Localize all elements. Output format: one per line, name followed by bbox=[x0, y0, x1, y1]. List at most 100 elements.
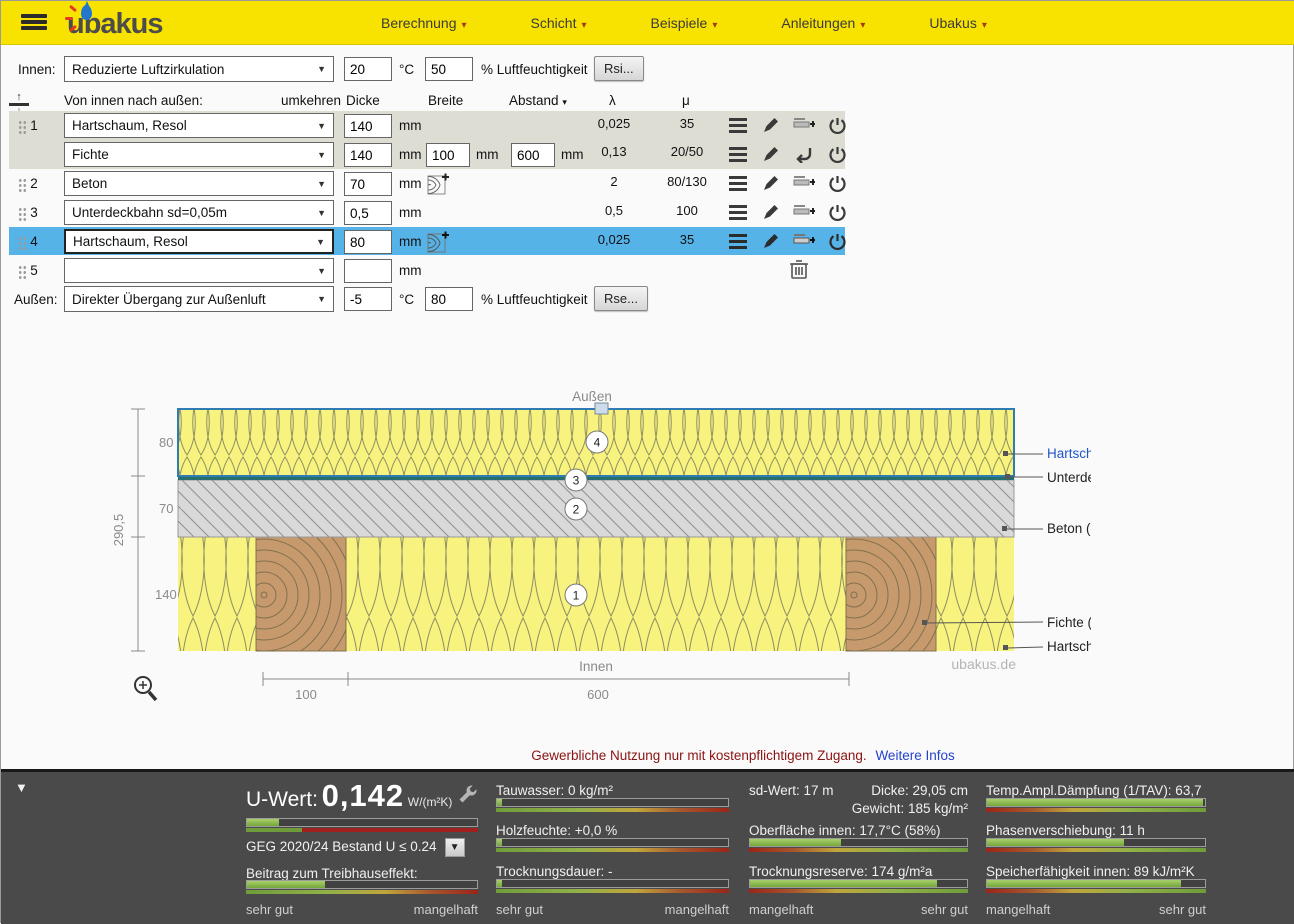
label-layer4[interactable]: Hartschaum, Resol (80mm) bbox=[1047, 446, 1091, 461]
lambda-value: 0,025 bbox=[584, 116, 644, 131]
nav-berechnung[interactable]: Berechnung▾ bbox=[381, 15, 467, 31]
power-toggle-icon[interactable] bbox=[825, 230, 849, 252]
trash-icon[interactable] bbox=[787, 258, 811, 280]
scale-left: sehr gut bbox=[496, 902, 543, 917]
power-toggle-icon[interactable] bbox=[825, 114, 849, 136]
edit-pencil-icon[interactable] bbox=[759, 172, 783, 194]
tauwasser-bar bbox=[496, 798, 729, 807]
innen-temp-unit: °C bbox=[399, 62, 414, 77]
rse-button[interactable]: Rse... bbox=[594, 286, 648, 311]
label-beam[interactable]: Fichte (140x100mm²) bbox=[1047, 615, 1091, 630]
phase-bar bbox=[986, 838, 1206, 847]
lambda-value: 0,13 bbox=[584, 144, 644, 159]
chevron-down-icon: ▼ bbox=[317, 294, 326, 304]
layer-menu-icon[interactable] bbox=[726, 230, 750, 252]
settings-wrench-icon[interactable] bbox=[458, 784, 478, 807]
dicke-input-row4[interactable] bbox=[344, 230, 392, 254]
material-select-fichte[interactable]: Fichte▼ bbox=[64, 142, 334, 167]
edit-pencil-icon[interactable] bbox=[759, 114, 783, 136]
dicke-input-fichte[interactable] bbox=[344, 143, 392, 167]
dicke-input-row2[interactable] bbox=[344, 172, 392, 196]
logo-ray-icon bbox=[65, 17, 73, 20]
breite-input-fichte[interactable] bbox=[426, 143, 470, 167]
holzfeuchte-label: Holzfeuchte: +0,0 % bbox=[496, 823, 617, 838]
add-beam-icon[interactable] bbox=[426, 230, 450, 252]
oberflaeche-label: Oberfläche innen: 17,7°C (58%) bbox=[749, 823, 941, 838]
power-toggle-icon[interactable] bbox=[825, 201, 849, 223]
abstand-input-fichte[interactable] bbox=[511, 143, 555, 167]
edit-pencil-icon[interactable] bbox=[759, 143, 783, 165]
aussen-surface-select[interactable]: Direkter Übergang zur Außenluft▼ bbox=[64, 286, 334, 312]
results-col-surface: sd-Wert: 17 m Dicke: 29,05 cm Gewicht: 1… bbox=[749, 772, 968, 924]
chevron-down-icon: ▼ bbox=[317, 208, 326, 218]
dim-total: 290,5 bbox=[111, 514, 126, 547]
chevron-down-icon: ▼ bbox=[317, 179, 326, 189]
innen-humidity-input[interactable] bbox=[425, 57, 473, 81]
label-layer2[interactable]: Beton (70mm) bbox=[1047, 521, 1091, 536]
horizontal-dimension-lines bbox=[263, 672, 849, 686]
gewicht-label: Gewicht: 185 kg/m² bbox=[852, 801, 968, 816]
layer-menu-icon[interactable] bbox=[726, 114, 750, 136]
nav-beispiele[interactable]: Beispiele▾ bbox=[651, 15, 718, 31]
material-select-row5[interactable]: ▼ bbox=[64, 258, 334, 283]
mu-value: 100 bbox=[657, 203, 717, 218]
innen-side-label: Innen bbox=[579, 659, 613, 674]
insert-layer-icon[interactable] bbox=[792, 172, 816, 194]
power-toggle-icon[interactable] bbox=[825, 143, 849, 165]
unit-mm: mm bbox=[399, 234, 422, 249]
layer-menu-icon[interactable] bbox=[726, 201, 750, 223]
insert-layer-icon[interactable] bbox=[792, 230, 816, 252]
umkehren-link[interactable]: umkehren bbox=[281, 93, 341, 108]
aussen-humidity-input[interactable] bbox=[425, 287, 473, 311]
geg-dropdown-button[interactable]: ▼ bbox=[445, 838, 465, 857]
dicke-input-row1[interactable] bbox=[344, 114, 392, 138]
insert-layer-icon[interactable] bbox=[792, 201, 816, 223]
hamburger-menu-icon[interactable] bbox=[21, 12, 47, 34]
weitere-infos-link[interactable]: Weitere Infos bbox=[875, 748, 954, 763]
aussen-label: Außen: bbox=[14, 292, 58, 307]
chevron-down-icon: ▾ bbox=[581, 20, 586, 31]
svg-text:2: 2 bbox=[573, 503, 580, 517]
aussen-humidity-label: % Luftfeuchtigkeit bbox=[481, 292, 588, 307]
insert-layer-icon[interactable] bbox=[792, 114, 816, 136]
innen-temperature-input[interactable] bbox=[344, 57, 392, 81]
nav-schicht[interactable]: Schicht▾ bbox=[531, 15, 587, 31]
material-select-row1[interactable]: Hartschaum, Resol▼ bbox=[64, 113, 334, 138]
add-beam-icon[interactable] bbox=[426, 172, 450, 194]
ubakus-logo[interactable]: ubakus bbox=[67, 5, 163, 43]
row-number: 2 bbox=[25, 176, 43, 191]
innen-surface-select[interactable]: Reduzierte Luftzirkulation▼ bbox=[64, 56, 334, 82]
label-layer3[interactable]: Unterdeckbahn sd=0,05m (0,5mm) bbox=[1047, 470, 1091, 485]
results-panel: ▼ U-Wert: 0,142 W/(m²K) GEG 2020/24 Best… bbox=[1, 769, 1294, 924]
material-select-row4[interactable]: Hartschaum, Resol▼ bbox=[64, 229, 334, 254]
commercial-notice: Gewerbliche Nutzung nur mit kostenpflich… bbox=[1, 748, 1294, 763]
power-toggle-icon[interactable] bbox=[825, 172, 849, 194]
selection-handle[interactable] bbox=[595, 403, 608, 414]
speicher-bar bbox=[986, 879, 1206, 888]
aussen-temperature-input[interactable] bbox=[344, 287, 392, 311]
mu-value: 80/130 bbox=[657, 174, 717, 189]
unit-mm: mm bbox=[399, 147, 422, 162]
edit-pencil-icon[interactable] bbox=[759, 230, 783, 252]
dicke-input-row5[interactable] bbox=[344, 259, 392, 283]
direction-label: Von innen nach außen: bbox=[64, 93, 203, 108]
dicke-input-row3[interactable] bbox=[344, 201, 392, 225]
label-layer1[interactable]: Hartschaum, Resol (140mm) bbox=[1047, 639, 1091, 654]
lambda-value: 2 bbox=[584, 174, 644, 189]
nav-ubakus[interactable]: Ubakus▾ bbox=[929, 15, 987, 31]
rsi-button[interactable]: Rsi... bbox=[594, 56, 644, 81]
tauwasser-label: Tauwasser: 0 kg/m² bbox=[496, 783, 613, 798]
material-select-row2[interactable]: Beton▼ bbox=[64, 171, 334, 196]
tav-label: Temp.Ampl.Dämpfung (1/TAV): 63,7 bbox=[986, 783, 1202, 798]
nav-anleitungen[interactable]: Anleitungen▾ bbox=[781, 15, 865, 31]
material-select-row3[interactable]: Unterdeckbahn sd=0,05m▼ bbox=[64, 200, 334, 225]
panel-collapse-icon[interactable]: ▼ bbox=[15, 780, 28, 795]
rotate-beam-icon[interactable] bbox=[792, 143, 816, 165]
dicke-label: Dicke: 29,05 cm bbox=[871, 783, 968, 798]
edit-pencil-icon[interactable] bbox=[759, 201, 783, 223]
zoom-in-icon[interactable] bbox=[135, 677, 156, 700]
layer-menu-icon[interactable] bbox=[726, 143, 750, 165]
dim-600: 600 bbox=[587, 687, 609, 702]
layer-menu-icon[interactable] bbox=[726, 172, 750, 194]
col-abstand[interactable]: Abstand ▾ bbox=[509, 93, 567, 108]
